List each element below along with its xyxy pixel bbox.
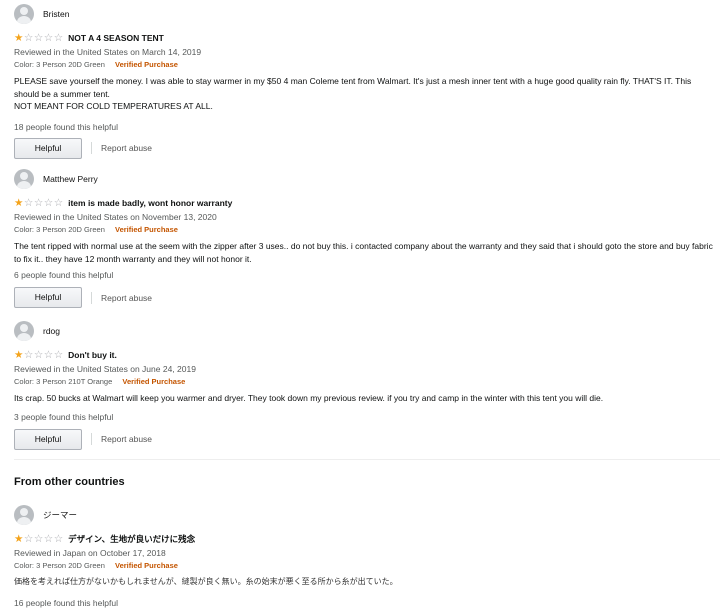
product-variant[interactable]: Color: 3 Person 20D Green <box>14 561 105 570</box>
reviewer-name: Matthew Perry <box>43 174 98 184</box>
review-meta: Color: 3 Person 20D Green Verified Purch… <box>14 224 714 236</box>
product-variant[interactable]: Color: 3 Person 20D Green <box>14 225 105 234</box>
star-rating[interactable]: ★ ☆ ☆ ☆ ☆ <box>14 31 64 44</box>
reviewer-name: ジーマー <box>43 510 78 520</box>
helpful-count: 6 people found this helpful <box>14 270 114 280</box>
review-body-line: Its crap. 50 bucks at Walmart will keep … <box>14 393 604 403</box>
star-icon: ☆ <box>43 196 54 209</box>
review-body: PLEASE save yourself the money. I was ab… <box>14 75 714 113</box>
avatar-icon <box>14 169 34 189</box>
avatar-icon <box>14 321 34 341</box>
star-icon: ☆ <box>33 196 44 209</box>
reviewer-profile[interactable]: Bristen <box>14 3 714 25</box>
helpful-button[interactable]: Helpful <box>14 137 82 159</box>
review-title[interactable]: NOT A 4 SEASON TENT <box>68 33 164 43</box>
helpful-count: 3 people found this helpful <box>14 411 114 422</box>
helpful-button[interactable]: Helpful <box>14 428 82 450</box>
reviewer-profile[interactable]: rdog <box>14 320 714 342</box>
star-icon: ★ <box>14 31 24 44</box>
review-title-row: ★ ☆ ☆ ☆ ☆ item is made badly, wont honor… <box>14 197 714 209</box>
helpful-count: 18 people found this helpful <box>14 121 118 132</box>
review-body-line: PLEASE save yourself the money. I was ab… <box>14 76 692 99</box>
review-body-line: The tent ripped with normal use at the s… <box>14 241 713 264</box>
star-icon: ☆ <box>33 532 44 545</box>
star-rating[interactable]: ★ ☆ ☆ ☆ ☆ <box>14 348 64 361</box>
review-date: Reviewed in the United States on Novembe… <box>14 212 217 222</box>
review-actions: Helpful Report abuse <box>14 428 714 450</box>
review-meta: Color: 3 Person 20D Green Verified Purch… <box>14 59 714 71</box>
report-abuse-link[interactable]: Report abuse <box>101 434 152 444</box>
review-date: Reviewed in the United States on March 1… <box>14 47 202 57</box>
review-date: Reviewed in the United States on June 24… <box>14 364 196 374</box>
star-icon: ☆ <box>43 348 54 361</box>
review-title-row: ★ ☆ ☆ ☆ ☆ NOT A 4 SEASON TENT <box>14 32 714 44</box>
review-date: Reviewed in Japan on October 17, 2018 <box>14 548 166 558</box>
review-body: The tent ripped with normal use at the s… <box>14 240 714 265</box>
reviewer-name: rdog <box>43 326 61 336</box>
divider <box>91 291 92 304</box>
product-variant[interactable]: Color: 3 Person 20D Green <box>14 60 105 69</box>
reviewer-profile[interactable]: Matthew Perry <box>14 168 714 190</box>
star-icon: ☆ <box>53 31 64 44</box>
review-actions: Helpful Report abuse <box>14 137 714 159</box>
product-variant[interactable]: Color: 3 Person 210T Orange <box>14 377 112 386</box>
star-icon: ☆ <box>33 348 44 361</box>
star-icon: ☆ <box>23 196 34 209</box>
review-card: rdog ★ ☆ ☆ ☆ ☆ Don't buy it. Reviewed in… <box>14 320 714 450</box>
star-icon: ★ <box>14 532 24 545</box>
avatar-icon <box>14 4 34 24</box>
report-abuse-link[interactable]: Report abuse <box>101 143 152 153</box>
avatar-icon <box>14 505 34 525</box>
review-body: 価格を考えれば仕方がないかもしれませんが、縫製が良く無い。糸の始末が悪く至る所か… <box>14 576 714 589</box>
verified-purchase-badge: Verified Purchase <box>122 377 186 386</box>
divider <box>91 142 92 154</box>
star-icon: ☆ <box>43 31 54 44</box>
star-icon: ★ <box>14 348 24 361</box>
review-actions: Helpful Report abuse <box>14 287 714 308</box>
report-abuse-link[interactable]: Report abuse <box>101 293 152 303</box>
verified-purchase-badge: Verified Purchase <box>114 561 178 570</box>
star-rating[interactable]: ★ ☆ ☆ ☆ ☆ <box>14 532 64 545</box>
review-title[interactable]: デザイン、生地が良いだけに残念 <box>68 533 195 545</box>
review-card: Bristen ★ ☆ ☆ ☆ ☆ NOT A 4 SEASON TENT Re… <box>14 3 714 159</box>
star-icon: ☆ <box>53 532 64 545</box>
review-card: Matthew Perry ★ ☆ ☆ ☆ ☆ item is made bad… <box>14 168 714 308</box>
review-title-row: ★ ☆ ☆ ☆ ☆ デザイン、生地が良いだけに残念 <box>14 533 714 545</box>
star-icon: ☆ <box>53 196 64 209</box>
review-body-line: 価格を考えれば仕方がないかもしれませんが、縫製が良く無い。糸の始末が悪く至る所か… <box>14 577 398 586</box>
review-card: ジーマー ★ ☆ ☆ ☆ ☆ デザイン、生地が良いだけに残念 Reviewed … <box>14 504 714 609</box>
reviewer-name: Bristen <box>43 9 70 19</box>
helpful-button[interactable]: Helpful <box>14 287 82 308</box>
review-title[interactable]: item is made badly, wont honor warranty <box>68 198 232 208</box>
section-divider <box>14 459 720 460</box>
reviewer-profile[interactable]: ジーマー <box>14 504 714 526</box>
review-body: Its crap. 50 bucks at Walmart will keep … <box>14 392 714 405</box>
review-body-line: NOT MEANT FOR COLD TEMPERATURES AT ALL. <box>14 101 213 111</box>
helpful-count: 16 people found this helpful <box>14 597 118 608</box>
star-icon: ☆ <box>43 532 54 545</box>
review-title[interactable]: Don't buy it. <box>68 350 117 360</box>
star-icon: ☆ <box>33 31 44 44</box>
review-meta: Color: 3 Person 20D Green Verified Purch… <box>14 560 714 572</box>
divider <box>91 433 92 445</box>
section-heading: From other countries <box>14 476 125 488</box>
verified-purchase-badge: Verified Purchase <box>114 225 178 234</box>
star-icon: ☆ <box>53 348 64 361</box>
star-icon: ☆ <box>23 31 34 44</box>
star-rating[interactable]: ★ ☆ ☆ ☆ ☆ <box>14 196 64 209</box>
star-icon: ★ <box>14 196 24 209</box>
star-icon: ☆ <box>23 348 34 361</box>
review-title-row: ★ ☆ ☆ ☆ ☆ Don't buy it. <box>14 349 714 361</box>
review-meta: Color: 3 Person 210T Orange Verified Pur… <box>14 376 714 388</box>
verified-purchase-badge: Verified Purchase <box>114 60 178 69</box>
star-icon: ☆ <box>23 532 34 545</box>
